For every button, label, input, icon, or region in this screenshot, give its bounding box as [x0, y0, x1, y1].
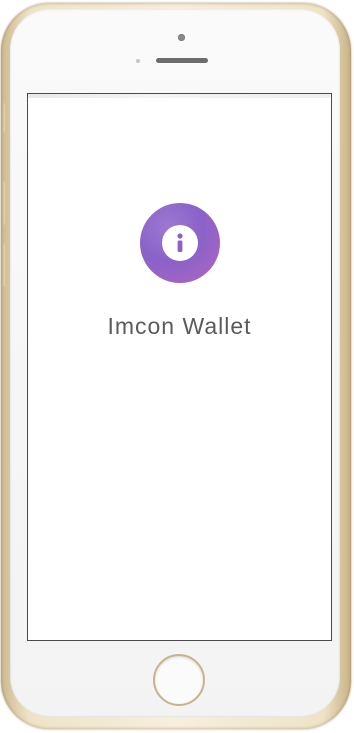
device-mockup: Imcon Wallet [0, 0, 354, 733]
status-bar [28, 94, 331, 98]
info-icon [161, 225, 198, 261]
splash-screen: Imcon Wallet [28, 203, 331, 340]
volume-up-button [1, 181, 5, 225]
home-button[interactable] [153, 654, 205, 706]
app-name: Imcon Wallet [107, 313, 252, 339]
front-camera [178, 34, 185, 41]
phone-screen: Imcon Wallet [27, 93, 332, 641]
app-logo [139, 203, 220, 283]
earpiece-speaker [156, 58, 208, 63]
proximity-sensor [136, 59, 140, 63]
mute-switch [1, 103, 5, 133]
volume-down-button [1, 243, 5, 287]
